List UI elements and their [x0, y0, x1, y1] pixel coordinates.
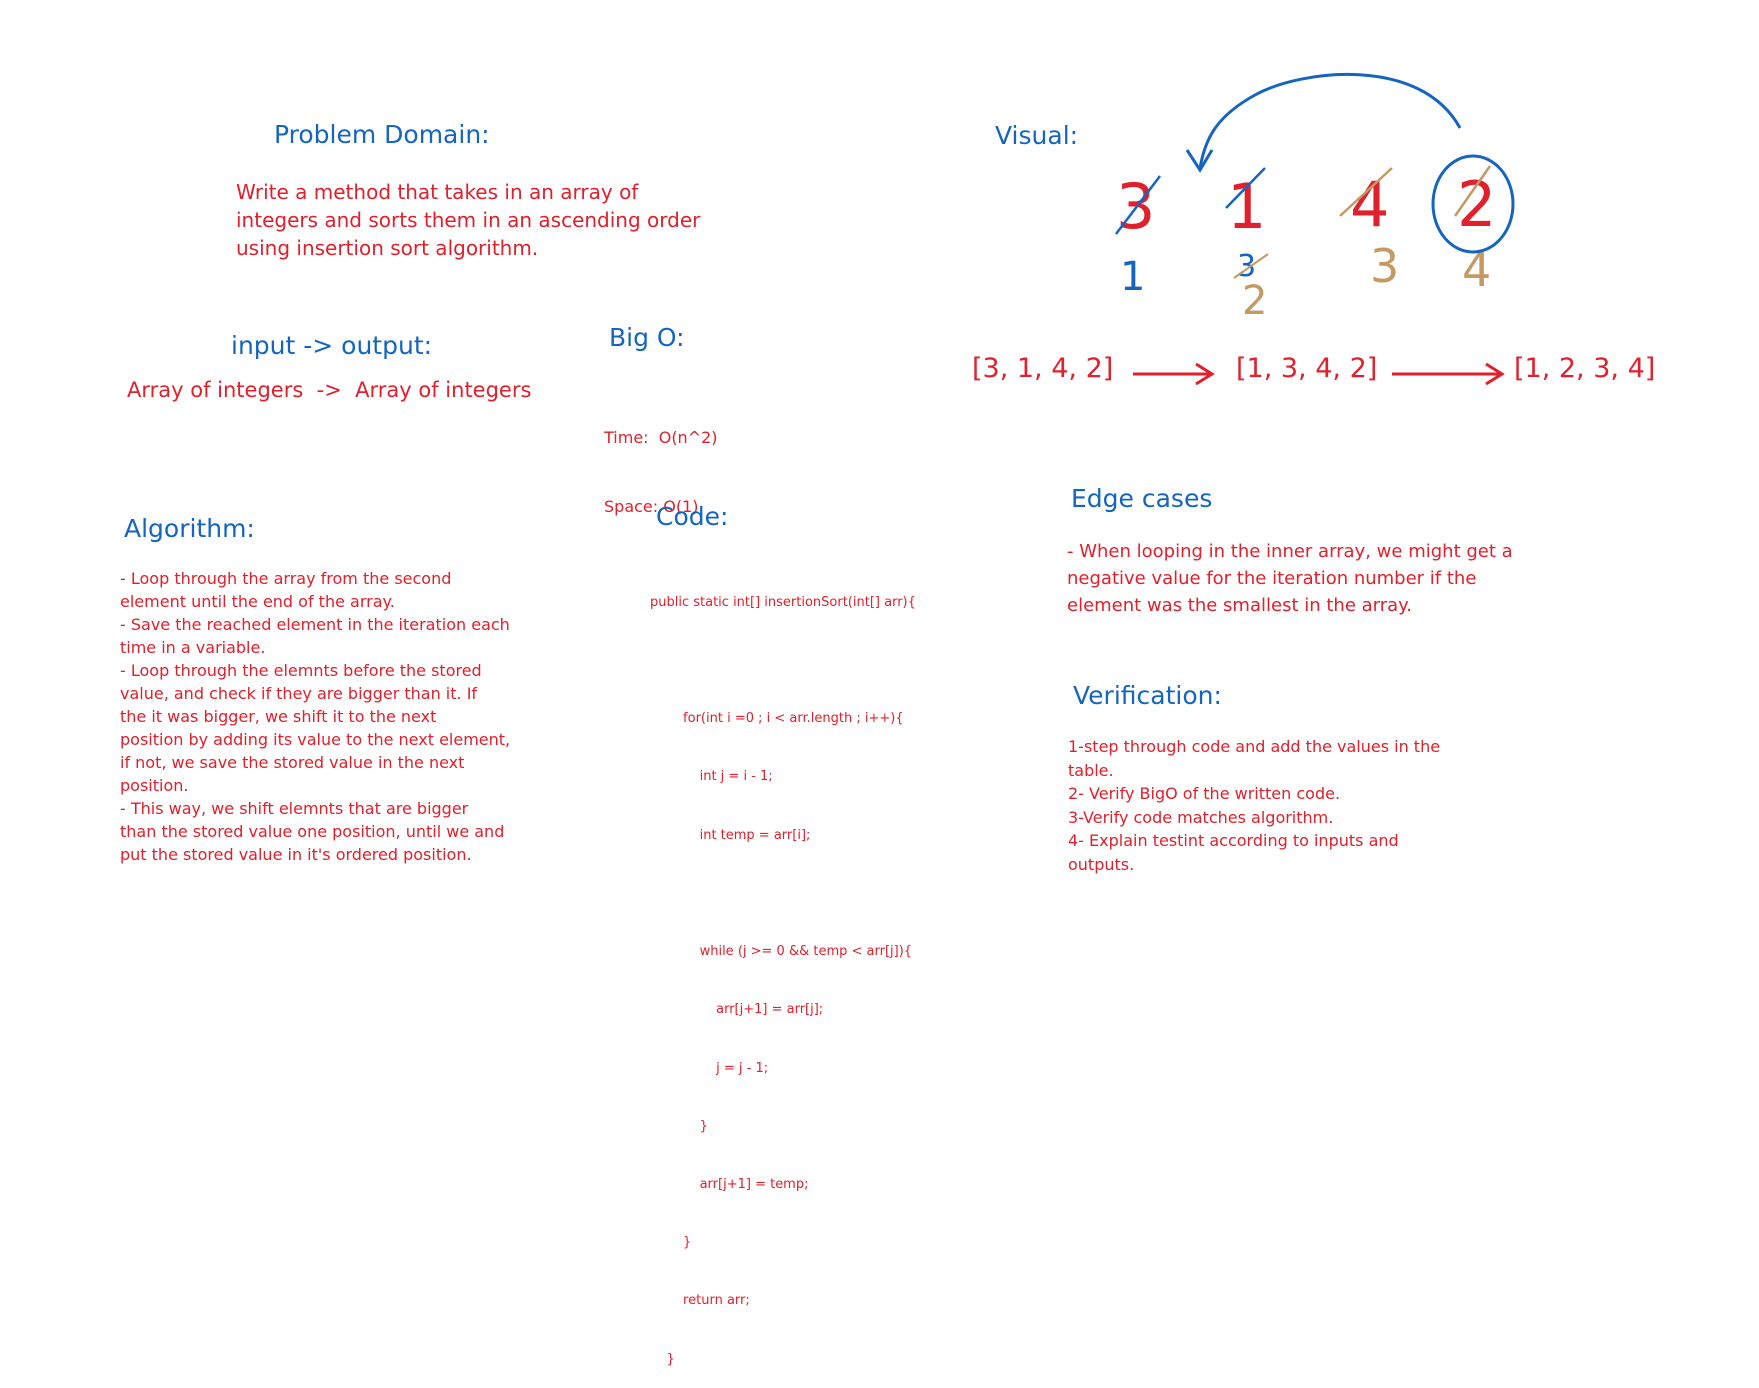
strike-4: [1339, 167, 1393, 217]
verification-line: table.: [1068, 760, 1114, 780]
verification-line: outputs.: [1068, 854, 1135, 874]
code-line: }: [650, 1351, 675, 1367]
verification-line: 1-step through code and add the values i…: [1068, 737, 1441, 756]
edge-cases-text: - When looping in the inner array, we mi…: [1067, 538, 1667, 619]
edge-case-line: negative value for the iteration number …: [1067, 568, 1477, 589]
circle-around-2: [1431, 154, 1515, 254]
code-line: }: [650, 1235, 692, 1251]
strike-1: [1225, 167, 1266, 209]
verification-line: 2- Verify BigO of the written code.: [1068, 784, 1341, 804]
code-line: return arr;: [650, 1293, 750, 1309]
code-line: arr[j+1] = arr[j];: [650, 1002, 824, 1018]
strike-3: [1115, 175, 1161, 235]
verification-line: 3-Verify code matches algorithm.: [1068, 807, 1334, 827]
code-line: }: [650, 1118, 708, 1134]
edge-case-line: - When looping in the inner array, we mi…: [1067, 541, 1513, 562]
move-arrowhead: [1185, 149, 1214, 173]
code-line: j = j - 1;: [650, 1060, 769, 1076]
strike-index-3: [1233, 253, 1269, 279]
verification-text: 1-step through code and add the values i…: [1068, 735, 1628, 877]
strike-2: [1453, 165, 1492, 217]
verification-line: 4- Explain testint according to inputs a…: [1068, 831, 1399, 851]
edge-cases-heading: Edge cases: [1071, 484, 1213, 513]
edge-case-line: element was the smallest in the array.: [1067, 595, 1412, 616]
code-line: arr[j+1] = temp;: [650, 1177, 809, 1192]
verification-heading: Verification:: [1073, 681, 1222, 710]
move-arrow: [1198, 72, 1462, 169]
